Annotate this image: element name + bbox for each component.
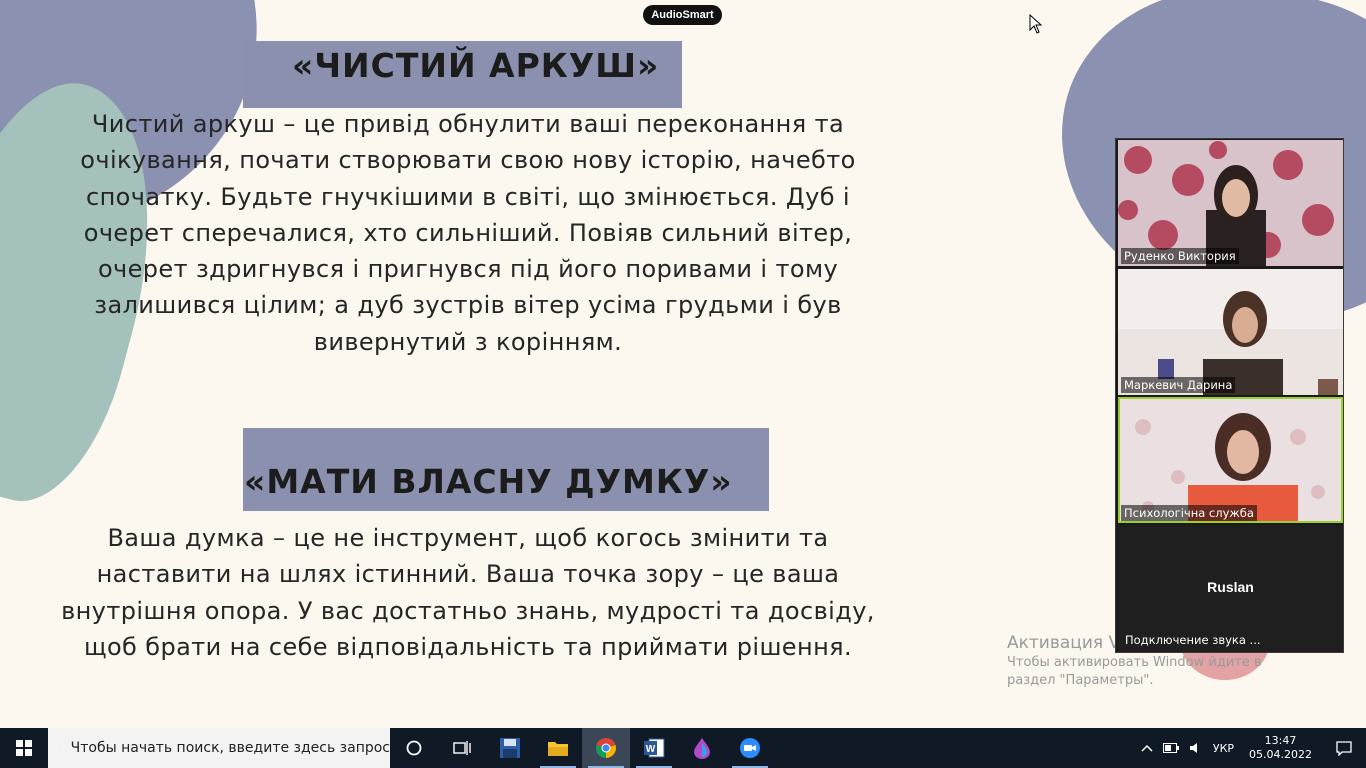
cortana-circle-icon: [406, 740, 422, 756]
word-icon: W: [644, 738, 665, 758]
clock[interactable]: 13:47 05.04.2022: [1239, 728, 1322, 768]
clock-date: 05.04.2022: [1249, 748, 1312, 761]
cortana-button[interactable]: [390, 728, 438, 768]
chevron-up-icon: [1141, 744, 1153, 752]
taskbar-app-word[interactable]: W: [630, 728, 678, 768]
participant-display-name: Ruslan: [1207, 579, 1254, 595]
paragraph-line: наставити на шлях істинний. Ваша точка з…: [96, 560, 840, 589]
folder-icon: [548, 742, 568, 756]
zoom-icon: [740, 738, 760, 758]
participant-name: Психологічна служба: [1121, 505, 1257, 521]
taskbar-app-chrome[interactable]: [582, 728, 630, 768]
volume-button[interactable]: [1184, 728, 1208, 768]
search-placeholder: Чтобы начать поиск, введите здесь запрос: [70, 740, 390, 756]
svg-text:W: W: [646, 744, 656, 755]
activation-line: раздел "Параметры".: [1007, 673, 1154, 688]
notification-icon: [1336, 740, 1352, 756]
tray-overflow-button[interactable]: [1136, 728, 1158, 768]
audiosmart-badge[interactable]: AudioSmart: [643, 5, 722, 25]
participant-name: Руденко Виктория: [1121, 248, 1239, 264]
slide-heading-2: «МАТИ ВЛАСНУ ДУМКУ»: [244, 462, 733, 501]
paragraph-line: спочатку. Будьте гнучкішими в світі, що …: [86, 182, 850, 211]
paint-drop-icon: [694, 738, 710, 759]
taskbar-app-explorer[interactable]: [534, 728, 582, 768]
floppy-disk-icon: [500, 738, 520, 758]
participant-audio-status: Подключение звука ...: [1125, 633, 1261, 647]
search-icon: [60, 747, 61, 749]
taskbar-search-box[interactable]: Чтобы начать поиск, введите здесь запрос: [48, 728, 390, 768]
mouse-cursor-icon: [1029, 14, 1043, 34]
system-tray: УКР 13:47 05.04.2022: [1136, 728, 1366, 768]
task-view-button[interactable]: [438, 728, 486, 768]
taskbar-app-save[interactable]: [486, 728, 534, 768]
slide-paragraph-1: Чистий аркуш – це привід обнулити ваші п…: [40, 106, 896, 360]
taskbar-app-zoom[interactable]: [726, 728, 774, 768]
paragraph-line: залишився цілим; а дуб зустрів вітер усі…: [94, 291, 842, 320]
slide-heading-1: «ЧИСТИЙ АРКУШ»: [292, 46, 660, 85]
video-tile[interactable]: Руденко Виктория: [1118, 140, 1343, 266]
taskbar-app-paint[interactable]: [678, 728, 726, 768]
windows-logo-icon: [16, 740, 32, 756]
paragraph-line: очерет здригнувся і пригнувся під його п…: [97, 255, 839, 284]
participant-name: Маркевич Дарина: [1121, 377, 1236, 393]
video-gallery-panel[interactable]: Руденко Виктория Маркевич Дарина Психоло…: [1115, 138, 1344, 653]
presentation-slide: «ЧИСТИЙ АРКУШ» Чистий аркуш – це привід …: [0, 0, 1366, 728]
paragraph-line: щоб брати на себе відповідальність та пр…: [83, 632, 853, 661]
chrome-icon: [596, 738, 616, 758]
battery-button[interactable]: [1158, 728, 1184, 768]
clock-time: 13:47: [1264, 734, 1297, 747]
paragraph-line: Ваша думка – це не інструмент, щоб когос…: [107, 524, 829, 552]
video-tile-no-video[interactable]: Ruslan Подключение звука ...: [1118, 525, 1343, 652]
paragraph-line: вивернутий з корінням.: [313, 327, 623, 356]
slide-paragraph-2: Ваша думка – це не інструмент, щоб когос…: [40, 520, 896, 665]
paragraph-line: внутрішня опора. У вас достатньо знань, …: [61, 596, 875, 625]
paragraph-line: очерет сперечалися, хто сильніший. Повія…: [83, 218, 853, 247]
start-button[interactable]: [0, 728, 48, 768]
windows-taskbar: Чтобы начать поиск, введите здесь запрос: [0, 728, 1366, 768]
language-indicator[interactable]: УКР: [1208, 728, 1239, 768]
battery-icon: [1162, 743, 1179, 753]
activation-line: Чтобы активировать Window йдите в: [1007, 655, 1262, 670]
video-tile-active-speaker[interactable]: Психологічна служба: [1118, 397, 1343, 523]
task-view-icon: [453, 741, 471, 755]
speaker-icon: [1189, 743, 1197, 753]
notifications-button[interactable]: [1322, 728, 1366, 768]
paragraph-line: очікування, почати створювати свою нову …: [80, 146, 856, 175]
paragraph-line: Чистий аркуш – це привід обнулити ваші п…: [91, 110, 845, 138]
video-tile[interactable]: Маркевич Дарина: [1118, 269, 1343, 395]
